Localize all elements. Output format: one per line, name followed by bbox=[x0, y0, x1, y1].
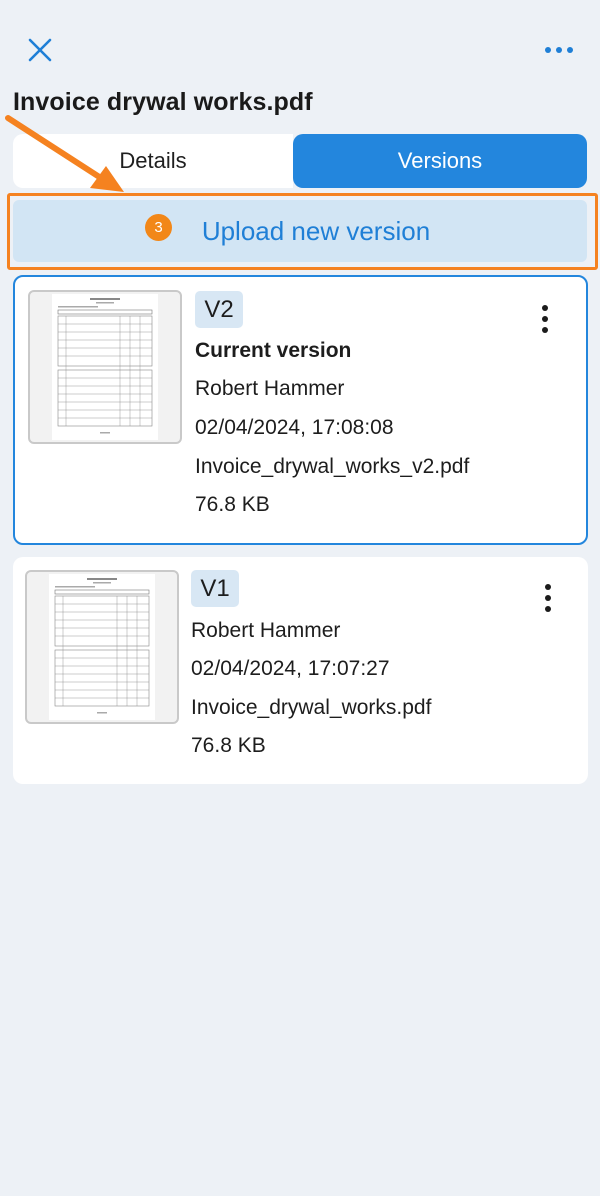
version-timestamp: 02/04/2024, 17:07:27 bbox=[191, 657, 390, 680]
top-bar bbox=[0, 0, 600, 90]
close-button[interactable] bbox=[26, 36, 54, 64]
current-version-label: Current version bbox=[195, 339, 352, 362]
version-filename: Invoice_drywal_works.pdf bbox=[191, 696, 432, 719]
close-icon bbox=[28, 38, 52, 62]
version-menu-button[interactable] bbox=[536, 582, 560, 614]
segmented-tabs: Details Versions bbox=[13, 134, 587, 188]
more-vertical-icon bbox=[545, 584, 551, 612]
version-author: Robert Hammer bbox=[195, 377, 345, 400]
version-badge: V1 bbox=[191, 570, 239, 607]
version-file-size: 76.8 KB bbox=[195, 493, 270, 516]
more-options-button[interactable] bbox=[542, 40, 576, 60]
highlight-box bbox=[7, 193, 598, 270]
more-vertical-icon bbox=[542, 305, 548, 333]
tab-details[interactable]: Details bbox=[13, 134, 293, 188]
version-filename: Invoice_drywal_works_v2.pdf bbox=[195, 455, 470, 478]
version-menu-button[interactable] bbox=[533, 303, 557, 335]
version-file-size: 76.8 KB bbox=[191, 734, 266, 757]
step-number-badge: 3 bbox=[145, 214, 172, 241]
tab-versions[interactable]: Versions bbox=[293, 134, 587, 188]
document-thumbnail bbox=[25, 570, 179, 724]
version-card-v1[interactable]: V1 Robert Hammer 02/04/2024, 17:07:27 In… bbox=[13, 557, 588, 784]
version-badge: V2 bbox=[195, 291, 243, 328]
pdf-preview-icon bbox=[49, 574, 155, 720]
pdf-preview-icon bbox=[52, 294, 158, 440]
version-card-v2[interactable]: V2 Current version Robert Hammer 02/04/2… bbox=[13, 275, 588, 545]
document-thumbnail bbox=[28, 290, 182, 444]
page-title: Invoice drywal works.pdf bbox=[13, 88, 313, 116]
more-horizontal-icon bbox=[545, 47, 573, 53]
version-author: Robert Hammer bbox=[191, 619, 341, 642]
version-timestamp: 02/04/2024, 17:08:08 bbox=[195, 416, 394, 439]
